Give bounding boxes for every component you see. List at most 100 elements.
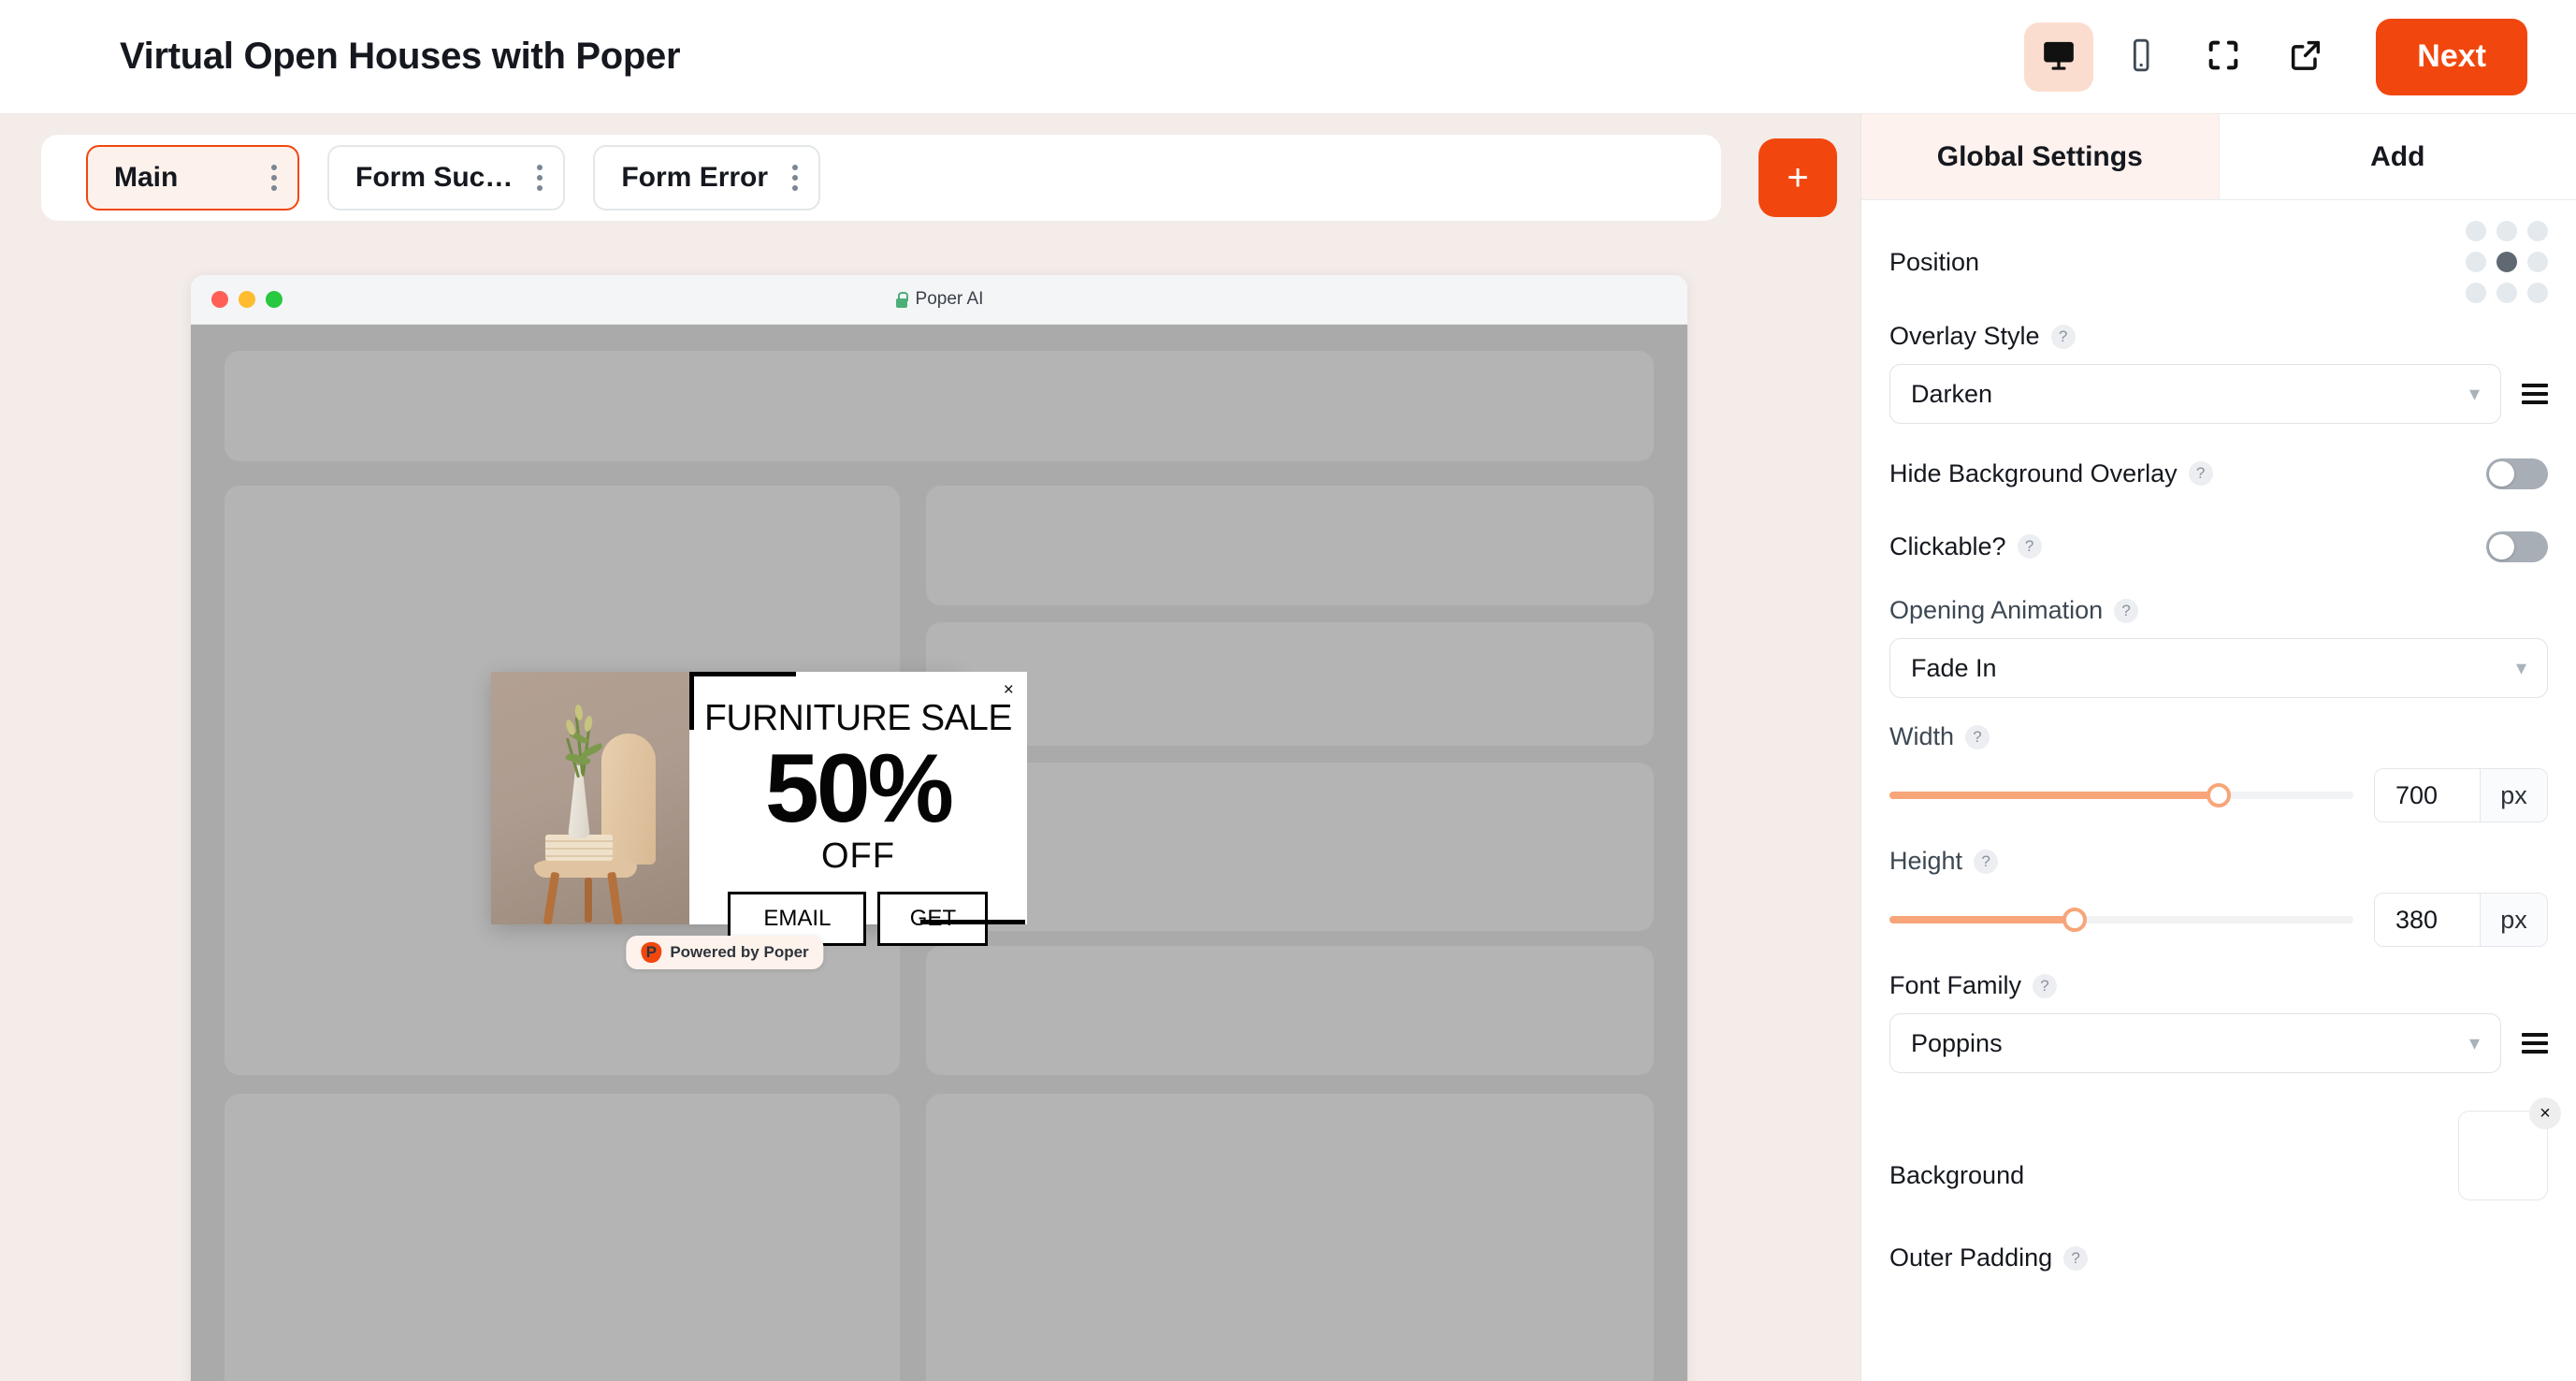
mobile-view-button[interactable] [2106, 22, 2176, 92]
opening-animation-value: Fade In [1911, 653, 1997, 682]
background-label: Background [1889, 1161, 2025, 1189]
height-input-group[interactable]: 380 px [2374, 893, 2548, 947]
font-family-select[interactable]: Poppins ▾ [1889, 1013, 2501, 1073]
overlay-style-row: Darken ▾ [1889, 364, 2548, 424]
remove-background-icon[interactable]: × [2529, 1098, 2561, 1129]
height-slider-knob[interactable] [2062, 908, 2088, 932]
opening-animation-label: Opening Animation ? [1889, 596, 2548, 625]
tab-form-error-menu-icon[interactable] [768, 165, 799, 191]
width-slider[interactable] [1889, 783, 2353, 807]
height-help-icon[interactable]: ? [1974, 849, 1999, 874]
preview-frame: Poper AI × FURNITURE SALE 50% OFF EMAIL … [191, 275, 1687, 1381]
opening-animation-help-icon[interactable]: ? [2114, 598, 2139, 623]
lock-icon [895, 291, 909, 308]
popup-preview[interactable]: × FURNITURE SALE 50% OFF EMAIL GET P Pow… [491, 672, 1027, 969]
position-dot-middle-center[interactable] [2496, 252, 2517, 272]
page-title: Virtual Open Houses with Poper [120, 36, 681, 77]
height-slider[interactable] [1889, 908, 2353, 932]
popup-content: × FURNITURE SALE 50% OFF EMAIL GET [689, 672, 1027, 946]
clickable-help-icon[interactable]: ? [2017, 534, 2042, 559]
next-button[interactable]: Next [2376, 18, 2527, 95]
tab-main-menu-icon[interactable] [247, 165, 277, 191]
chevron-down-icon: ▾ [2468, 1031, 2480, 1054]
tab-form-error[interactable]: Form Error [593, 145, 821, 211]
chair-leg-shape [543, 871, 560, 924]
tab-add[interactable]: Add [2220, 114, 2576, 199]
editor-canvas: Main Form Suc… Form Error + Poper AI × F… [0, 114, 1860, 1381]
browser-address: Poper AI [191, 289, 1687, 310]
hide-background-overlay-toggle[interactable] [2486, 458, 2548, 489]
skeleton-block [926, 622, 1654, 746]
hide-background-overlay-label: Hide Background Overlay ? [1889, 459, 2213, 488]
popup-discount-suffix: OFF [820, 836, 895, 876]
height-input[interactable]: 380 [2375, 894, 2480, 946]
desktop-view-button[interactable] [2024, 22, 2094, 92]
popup-get-button[interactable]: GET [877, 891, 989, 946]
font-family-label-text: Font Family [1889, 971, 2022, 999]
position-dot-top-center[interactable] [2496, 221, 2517, 241]
skeleton-block [926, 946, 1654, 1075]
hide-background-overlay-help-icon[interactable]: ? [2188, 461, 2213, 486]
hide-background-overlay-setting: Hide Background Overlay ? [1889, 437, 2548, 510]
tab-global-settings[interactable]: Global Settings [1861, 114, 2220, 199]
outer-padding-help-icon[interactable]: ? [2063, 1245, 2089, 1271]
position-dot-bottom-left[interactable] [2466, 283, 2486, 303]
font-family-row: Poppins ▾ [1889, 1013, 2548, 1073]
popup-close-icon[interactable]: × [1004, 681, 1014, 699]
tab-form-error-label: Form Error [621, 162, 769, 193]
font-family-value: Poppins [1911, 1028, 2003, 1057]
add-step-button[interactable]: + [1758, 138, 1837, 217]
position-setting: Position [1889, 221, 2548, 303]
popup-discount: 50% [764, 734, 954, 843]
font-family-help-icon[interactable]: ? [2033, 973, 2058, 998]
position-dot-bottom-right[interactable] [2527, 283, 2548, 303]
overlay-style-select[interactable]: Darken ▾ [1889, 364, 2501, 424]
position-dot-top-right[interactable] [2527, 221, 2548, 241]
position-dot-top-left[interactable] [2466, 221, 2486, 241]
hide-background-overlay-label-text: Hide Background Overlay [1889, 458, 2178, 487]
popup-decor-rule [919, 920, 1025, 924]
opening-animation-select[interactable]: Fade In ▾ [1889, 638, 2548, 698]
tab-form-success[interactable]: Form Suc… [327, 145, 566, 211]
clickable-label-text: Clickable? [1889, 531, 2006, 560]
overlay-style-list-icon[interactable] [2522, 384, 2548, 404]
clickable-toggle[interactable] [2486, 531, 2548, 562]
fullscreen-button[interactable] [2189, 22, 2258, 92]
width-help-icon[interactable]: ? [1965, 724, 1990, 749]
background-setting: Background × [1889, 1098, 2561, 1200]
browser-title: Poper AI [915, 289, 984, 309]
overlay-style-help-icon[interactable]: ? [2050, 324, 2076, 349]
opening-animation-setting: Opening Animation ? Fade In ▾ [1889, 596, 2548, 698]
panel-tab-bar: Global Settings Add [1861, 114, 2576, 200]
overlay-style-value: Darken [1911, 379, 1993, 408]
chair-leg-shape [607, 871, 623, 924]
position-dot-middle-right[interactable] [2527, 252, 2548, 272]
position-dot-bottom-center[interactable] [2496, 283, 2517, 303]
popup-headline: FURNITURE SALE [704, 698, 1012, 738]
tab-main[interactable]: Main [86, 145, 299, 211]
skeleton-block [926, 486, 1654, 605]
preview-page: × FURNITURE SALE 50% OFF EMAIL GET P Pow… [191, 325, 1687, 1381]
mobile-icon [2122, 36, 2160, 77]
position-label: Position [1889, 247, 1980, 276]
skeleton-block [224, 1094, 900, 1381]
width-input[interactable]: 700 [2375, 769, 2480, 821]
powered-by-badge[interactable]: P Powered by Poper [626, 936, 824, 969]
height-label: Height ? [1889, 847, 2548, 876]
plant-bud-shape [583, 715, 594, 733]
height-slider-fill [1889, 916, 2076, 923]
position-dot-middle-left[interactable] [2466, 252, 2486, 272]
width-slider-row: 700 px [1889, 768, 2548, 822]
open-external-button[interactable] [2271, 22, 2340, 92]
font-family-list-icon[interactable] [2522, 1033, 2548, 1054]
width-slider-knob[interactable] [2207, 783, 2232, 807]
tab-form-success-menu-icon[interactable] [513, 165, 543, 191]
width-setting: Width ? 700 px [1889, 722, 2548, 822]
settings-body: Position Overlay Style ? Darken ▾ Hide B… [1861, 200, 2576, 1272]
position-grid[interactable] [2466, 221, 2548, 303]
height-setting: Height ? 380 px [1889, 847, 2548, 947]
height-label-text: Height [1889, 847, 1963, 875]
height-slider-row: 380 px [1889, 893, 2548, 947]
overlay-style-label: Overlay Style ? [1889, 322, 2548, 351]
width-input-group[interactable]: 700 px [2374, 768, 2548, 822]
